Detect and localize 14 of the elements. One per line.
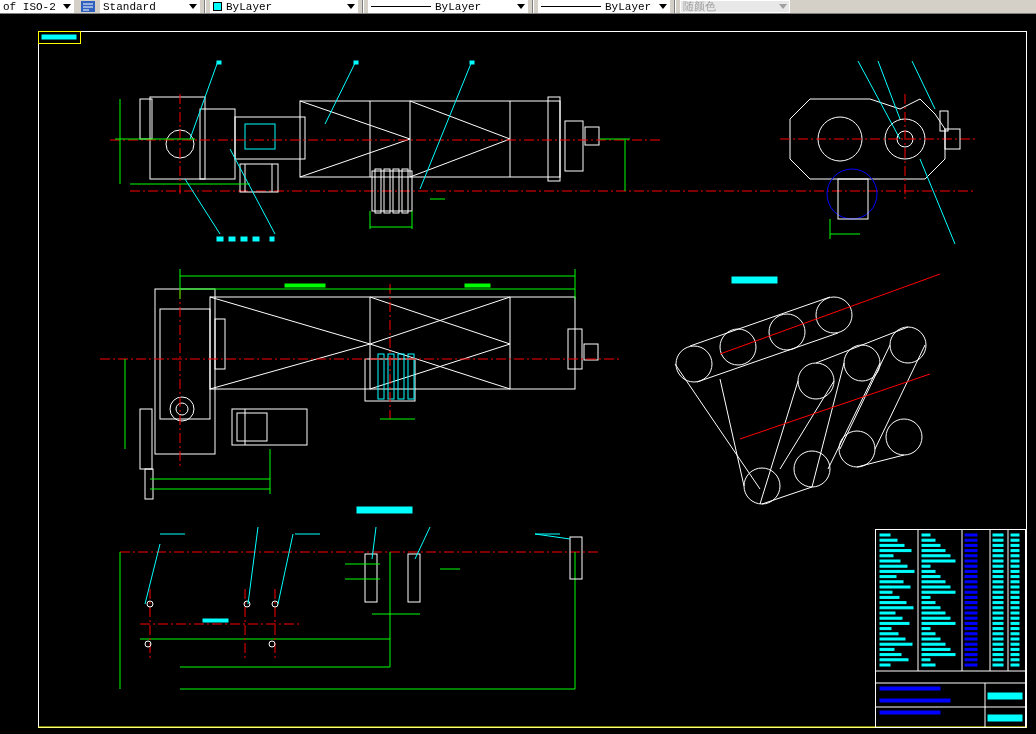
- dropdown-caret-icon: [63, 4, 71, 9]
- line-sample: [541, 6, 601, 7]
- dropdown-caret-icon: [659, 4, 667, 9]
- dropdown[interactable]: of ISO-2: [0, 0, 74, 13]
- dropdown[interactable]: ByLayer: [210, 0, 358, 13]
- dropdown[interactable]: Standard: [100, 0, 200, 13]
- line-sample: [371, 6, 431, 7]
- dropdown[interactable]: ByLayer: [368, 0, 528, 13]
- dropdown[interactable]: ByLayer: [538, 0, 670, 13]
- text-style-icon[interactable]: [80, 0, 96, 13]
- dropdown-caret-icon: [779, 4, 787, 9]
- dropdown-caret-icon: [189, 4, 197, 9]
- dropdown-caret-icon: [517, 4, 525, 9]
- dropdown-caret-icon: [347, 4, 355, 9]
